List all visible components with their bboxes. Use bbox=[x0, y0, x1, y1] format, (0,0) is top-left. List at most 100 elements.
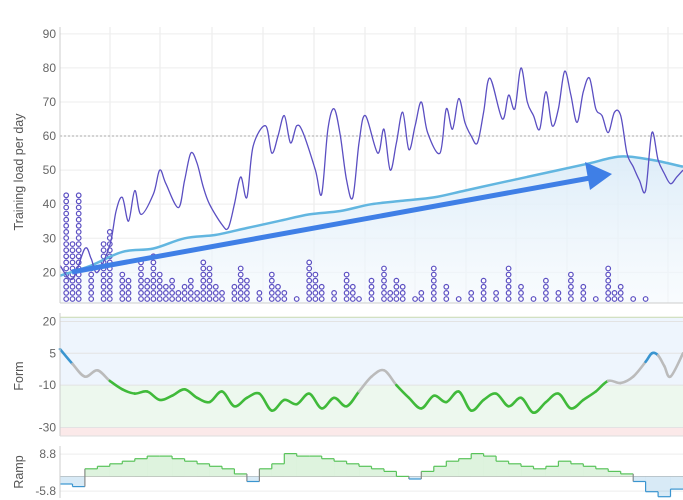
activity-dot bbox=[63, 265, 70, 272]
activity-dot bbox=[69, 290, 76, 296]
activity-dot bbox=[100, 283, 107, 290]
activity-dot bbox=[243, 283, 250, 290]
activity-dot bbox=[318, 296, 325, 302]
ramp-bar bbox=[496, 461, 509, 477]
activity-dot bbox=[150, 265, 157, 272]
activity-dot bbox=[100, 277, 107, 284]
ramp-tick-label: -5.8 bbox=[35, 484, 56, 498]
form-band-optimal bbox=[60, 385, 683, 428]
ramp-bar bbox=[670, 476, 683, 490]
form-tick-label: 20 bbox=[43, 314, 57, 328]
activity-dot bbox=[555, 296, 562, 302]
ramp-bar bbox=[134, 458, 148, 477]
activity-dot bbox=[617, 290, 624, 296]
activity-dot bbox=[63, 198, 70, 205]
activity-dot bbox=[543, 296, 549, 302]
activity-dot bbox=[268, 283, 275, 290]
activity-dot bbox=[212, 290, 219, 296]
activity-dot bbox=[125, 283, 132, 290]
activity-dot bbox=[88, 271, 95, 278]
activity-dot bbox=[455, 296, 462, 302]
activity-dot bbox=[63, 290, 70, 296]
ramp-bar bbox=[446, 461, 459, 477]
activity-dot bbox=[206, 296, 213, 302]
activity-dot bbox=[368, 296, 375, 302]
ramp-bar bbox=[334, 461, 347, 477]
activity-dot bbox=[356, 296, 362, 302]
ramp-bar bbox=[633, 476, 646, 482]
activity-dot bbox=[75, 290, 82, 296]
ramp-bar bbox=[147, 456, 160, 477]
activity-dot bbox=[150, 277, 157, 284]
ramp-bar bbox=[309, 456, 322, 477]
activity-dot bbox=[580, 283, 587, 290]
activity-dot bbox=[200, 265, 207, 272]
ramp-bar bbox=[371, 468, 384, 477]
activity-dot bbox=[293, 296, 300, 302]
ramp-bar bbox=[595, 468, 609, 477]
activity-dot bbox=[219, 290, 225, 296]
load-panel: 20 30 40 50 60 70 80 90 Training load per day bbox=[12, 27, 683, 304]
activity-dot bbox=[306, 283, 313, 290]
activity-dot bbox=[100, 271, 107, 278]
activity-dot bbox=[318, 283, 325, 290]
activity-dot bbox=[306, 277, 313, 284]
load-tick-label: 30 bbox=[43, 231, 57, 245]
activity-dot bbox=[138, 277, 144, 284]
activity-dot bbox=[75, 247, 82, 254]
activity-dot bbox=[281, 296, 288, 302]
activity-dot bbox=[237, 265, 244, 272]
activity-dot bbox=[306, 265, 313, 272]
activity-dot bbox=[63, 222, 70, 229]
activity-dot bbox=[75, 216, 82, 223]
activity-dot bbox=[555, 290, 562, 296]
activity-dot bbox=[381, 277, 387, 284]
activity-dot bbox=[156, 290, 163, 296]
activity-dot bbox=[430, 271, 437, 278]
activity-dot bbox=[630, 296, 637, 302]
activity-dot bbox=[119, 296, 126, 302]
activity-dot bbox=[418, 290, 425, 296]
activity-dot bbox=[568, 290, 574, 296]
activity-dot bbox=[156, 283, 163, 290]
load-tick-label: 60 bbox=[43, 129, 57, 143]
activity-dot bbox=[617, 283, 624, 290]
activity-dot bbox=[237, 296, 244, 302]
activity-dot bbox=[162, 290, 169, 296]
activity-dot bbox=[268, 296, 275, 302]
activity-dot bbox=[237, 277, 244, 284]
form-tick-label: 5 bbox=[49, 346, 56, 360]
activity-dot bbox=[156, 277, 163, 284]
activity-dot bbox=[381, 296, 387, 302]
activity-dot bbox=[206, 290, 213, 296]
activity-dot bbox=[138, 265, 144, 272]
activity-dot bbox=[175, 290, 182, 296]
form-y-axis-label: Form bbox=[12, 361, 26, 390]
activity-dot bbox=[187, 290, 194, 296]
activity-dot bbox=[125, 290, 132, 296]
activity-dot bbox=[530, 296, 537, 302]
activity-dot bbox=[275, 283, 281, 290]
load-tick-label: 20 bbox=[43, 265, 57, 279]
activity-dot bbox=[243, 277, 250, 284]
activity-dot bbox=[331, 296, 338, 302]
activity-dot bbox=[306, 296, 313, 302]
activity-dot bbox=[212, 296, 219, 302]
activity-dot bbox=[63, 228, 70, 235]
activity-dot bbox=[200, 259, 207, 266]
activity-dot bbox=[605, 277, 612, 284]
activity-dot bbox=[605, 271, 612, 278]
activity-dot bbox=[518, 296, 524, 302]
activity-dot bbox=[150, 290, 157, 296]
activity-dot bbox=[493, 296, 500, 302]
load-tick-label: 50 bbox=[43, 163, 57, 177]
ramp-bar bbox=[346, 463, 360, 477]
activity-dot bbox=[169, 290, 176, 296]
ramp-bar bbox=[246, 476, 260, 482]
activity-dot bbox=[88, 277, 95, 284]
activity-dot bbox=[75, 283, 82, 290]
activity-dot bbox=[505, 271, 512, 278]
activity-dot bbox=[568, 283, 574, 290]
activity-dot bbox=[181, 283, 188, 290]
activity-dot bbox=[187, 296, 194, 302]
